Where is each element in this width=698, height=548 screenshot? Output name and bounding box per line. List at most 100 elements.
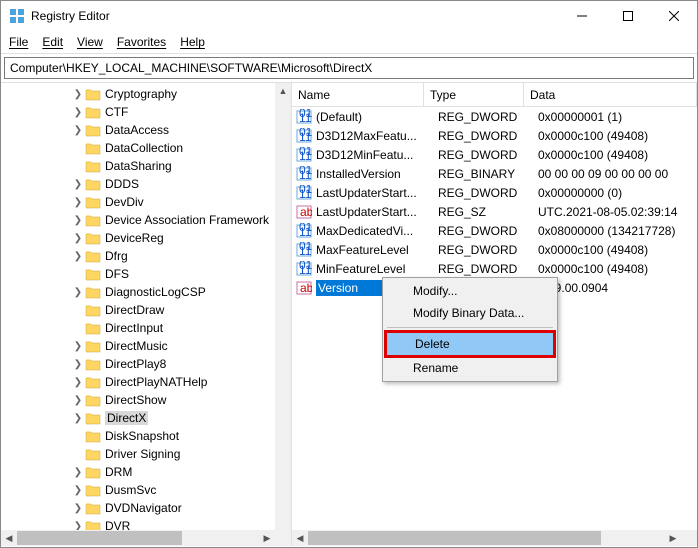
menu-favorites[interactable]: Favorites: [117, 35, 166, 49]
chevron-right-icon[interactable]: ❯: [71, 413, 85, 424]
tree-item-drm[interactable]: ❯ DRM: [1, 463, 291, 481]
chevron-right-icon[interactable]: ❯: [71, 503, 85, 514]
tree-item-directx[interactable]: ❯DirectX: [1, 409, 291, 427]
tree-item-diagnosticlogcsp[interactable]: ❯ DiagnosticLogCSP: [1, 283, 291, 301]
chevron-right-icon[interactable]: ❯: [71, 341, 85, 352]
minimize-button[interactable]: [559, 1, 605, 31]
context-modify[interactable]: Modify...: [385, 280, 555, 302]
column-header-name[interactable]: Name: [292, 83, 424, 106]
tree-item-ddds[interactable]: ❯DDDS: [1, 175, 291, 193]
value-row[interactable]: abLastUpdaterStart...REG_SZUTC.2021-08-0…: [292, 202, 697, 221]
tree-item-cryptography[interactable]: ❯Cryptography: [1, 85, 291, 103]
context-rename[interactable]: Rename: [385, 357, 555, 379]
tree-item-label: Driver Signing: [105, 447, 180, 461]
value-name: MaxFeatureLevel: [316, 243, 438, 257]
tree-item-directinput[interactable]: DirectInput: [1, 319, 291, 337]
tree-item-directdraw[interactable]: DirectDraw: [1, 301, 291, 319]
tree-item-dataaccess[interactable]: ❯DataAccess: [1, 121, 291, 139]
value-name: LastUpdaterStart...: [316, 186, 438, 200]
column-header-data[interactable]: Data: [524, 83, 697, 106]
menu-view[interactable]: View: [77, 35, 103, 49]
scroll-right-icon[interactable]: ▶: [259, 530, 275, 546]
menu-file[interactable]: File: [9, 35, 28, 49]
menu-bar: File Edit View Favorites Help: [1, 31, 697, 54]
tree-item-label: DirectMusic: [105, 339, 168, 353]
value-row[interactable]: 011110LastUpdaterStart...REG_DWORD0x0000…: [292, 183, 697, 202]
tree-item-label: DirectPlayNATHelp: [105, 375, 207, 389]
chevron-right-icon[interactable]: ❯: [71, 197, 85, 208]
tree-item-label: DRM: [105, 465, 132, 479]
chevron-right-icon[interactable]: ❯: [71, 233, 85, 244]
tree-item-dfs[interactable]: DFS: [1, 265, 291, 283]
chevron-right-icon[interactable]: ❯: [71, 107, 85, 118]
tree-item-disksnapshot[interactable]: DiskSnapshot: [1, 427, 291, 445]
tree-item-devdiv[interactable]: ❯ DevDiv: [1, 193, 291, 211]
chevron-right-icon[interactable]: ❯: [71, 215, 85, 226]
scroll-left-icon[interactable]: ◀: [1, 530, 17, 546]
tree-item-label: CTF: [105, 105, 128, 119]
tree-item-dvdnavigator[interactable]: ❯DVDNavigator: [1, 499, 291, 517]
close-button[interactable]: [651, 1, 697, 31]
app-icon: [9, 8, 25, 24]
tree-item-dusmsvc[interactable]: ❯ DusmSvc: [1, 481, 291, 499]
chevron-right-icon[interactable]: ❯: [71, 251, 85, 262]
maximize-button[interactable]: [605, 1, 651, 31]
value-data: 0x08000000 (134217728): [538, 224, 697, 238]
tree-item-directmusic[interactable]: ❯ DirectMusic: [1, 337, 291, 355]
value-data: 4.09.00.0904: [538, 281, 697, 295]
value-row[interactable]: 011110MaxDedicatedVi...REG_DWORD0x080000…: [292, 221, 697, 240]
tree-item-label: DevDiv: [105, 195, 144, 209]
menu-help[interactable]: Help: [180, 35, 205, 49]
value-row[interactable]: 011110MinFeatureLevelREG_DWORD0x0000c100…: [292, 259, 697, 278]
tree-item-datasharing[interactable]: DataSharing: [1, 157, 291, 175]
tree-item-driver-signing[interactable]: Driver Signing: [1, 445, 291, 463]
tree-item-label: DataSharing: [105, 159, 172, 173]
value-row[interactable]: 011110D3D12MaxFeatu...REG_DWORD0x0000c10…: [292, 126, 697, 145]
context-delete[interactable]: Delete: [384, 330, 556, 358]
value-row[interactable]: 011110MaxFeatureLevelREG_DWORD0x0000c100…: [292, 240, 697, 259]
value-row[interactable]: 011110InstalledVersionREG_BINARY00 00 00…: [292, 164, 697, 183]
scroll-up-icon[interactable]: ▲: [275, 83, 291, 99]
tree-item-label: DiagnosticLogCSP: [105, 285, 206, 299]
value-row[interactable]: 011110D3D12MinFeatu...REG_DWORD0x0000c10…: [292, 145, 697, 164]
tree-item-label: DeviceReg: [105, 231, 164, 245]
scrollbar-corner: [275, 530, 291, 546]
value-name: MinFeatureLevel: [316, 262, 438, 276]
tree-item-devicereg[interactable]: ❯ DeviceReg: [1, 229, 291, 247]
svg-text:110: 110: [299, 244, 312, 258]
tree-item-directplay8[interactable]: ❯DirectPlay8: [1, 355, 291, 373]
svg-text:ab: ab: [300, 281, 312, 295]
tree-scrollbar-horizontal[interactable]: ◀ ▶: [1, 530, 275, 546]
chevron-right-icon[interactable]: ❯: [71, 89, 85, 100]
chevron-right-icon[interactable]: ❯: [71, 359, 85, 370]
svg-text:110: 110: [299, 130, 312, 144]
column-header-type[interactable]: Type: [424, 83, 524, 106]
chevron-right-icon[interactable]: ❯: [71, 377, 85, 388]
list-scrollbar-horizontal[interactable]: ◀ ▶: [292, 530, 681, 546]
tree-item-datacollection[interactable]: DataCollection: [1, 139, 291, 157]
tree-scrollbar-vertical[interactable]: ▲: [275, 83, 291, 530]
tree-item-ctf[interactable]: ❯ CTF: [1, 103, 291, 121]
tree-item-dfrg[interactable]: ❯Dfrg: [1, 247, 291, 265]
chevron-right-icon[interactable]: ❯: [71, 125, 85, 136]
tree-item-directshow[interactable]: ❯DirectShow: [1, 391, 291, 409]
address-input[interactable]: [4, 57, 694, 79]
chevron-right-icon[interactable]: ❯: [71, 467, 85, 478]
chevron-right-icon[interactable]: ❯: [71, 485, 85, 496]
chevron-right-icon[interactable]: ❯: [71, 395, 85, 406]
tree-item-label: DusmSvc: [105, 483, 156, 497]
address-bar: [1, 54, 697, 82]
value-row[interactable]: 011110(Default)REG_DWORD0x00000001 (1): [292, 107, 697, 126]
menu-edit[interactable]: Edit: [42, 35, 63, 49]
svg-text:ab: ab: [300, 205, 312, 219]
value-name: LastUpdaterStart...: [316, 205, 438, 219]
chevron-right-icon[interactable]: ❯: [71, 179, 85, 190]
context-modify-binary[interactable]: Modify Binary Data...: [385, 302, 555, 324]
tree-item-device-association-framework[interactable]: ❯Device Association Framework: [1, 211, 291, 229]
value-type: REG_DWORD: [438, 110, 538, 124]
tree-item-directplaynathelp[interactable]: ❯ DirectPlayNATHelp: [1, 373, 291, 391]
scroll-right-icon[interactable]: ▶: [665, 530, 681, 546]
chevron-right-icon[interactable]: ❯: [71, 287, 85, 298]
scroll-left-icon[interactable]: ◀: [292, 530, 308, 546]
tree-item-dvr[interactable]: ❯DVR: [1, 517, 291, 531]
